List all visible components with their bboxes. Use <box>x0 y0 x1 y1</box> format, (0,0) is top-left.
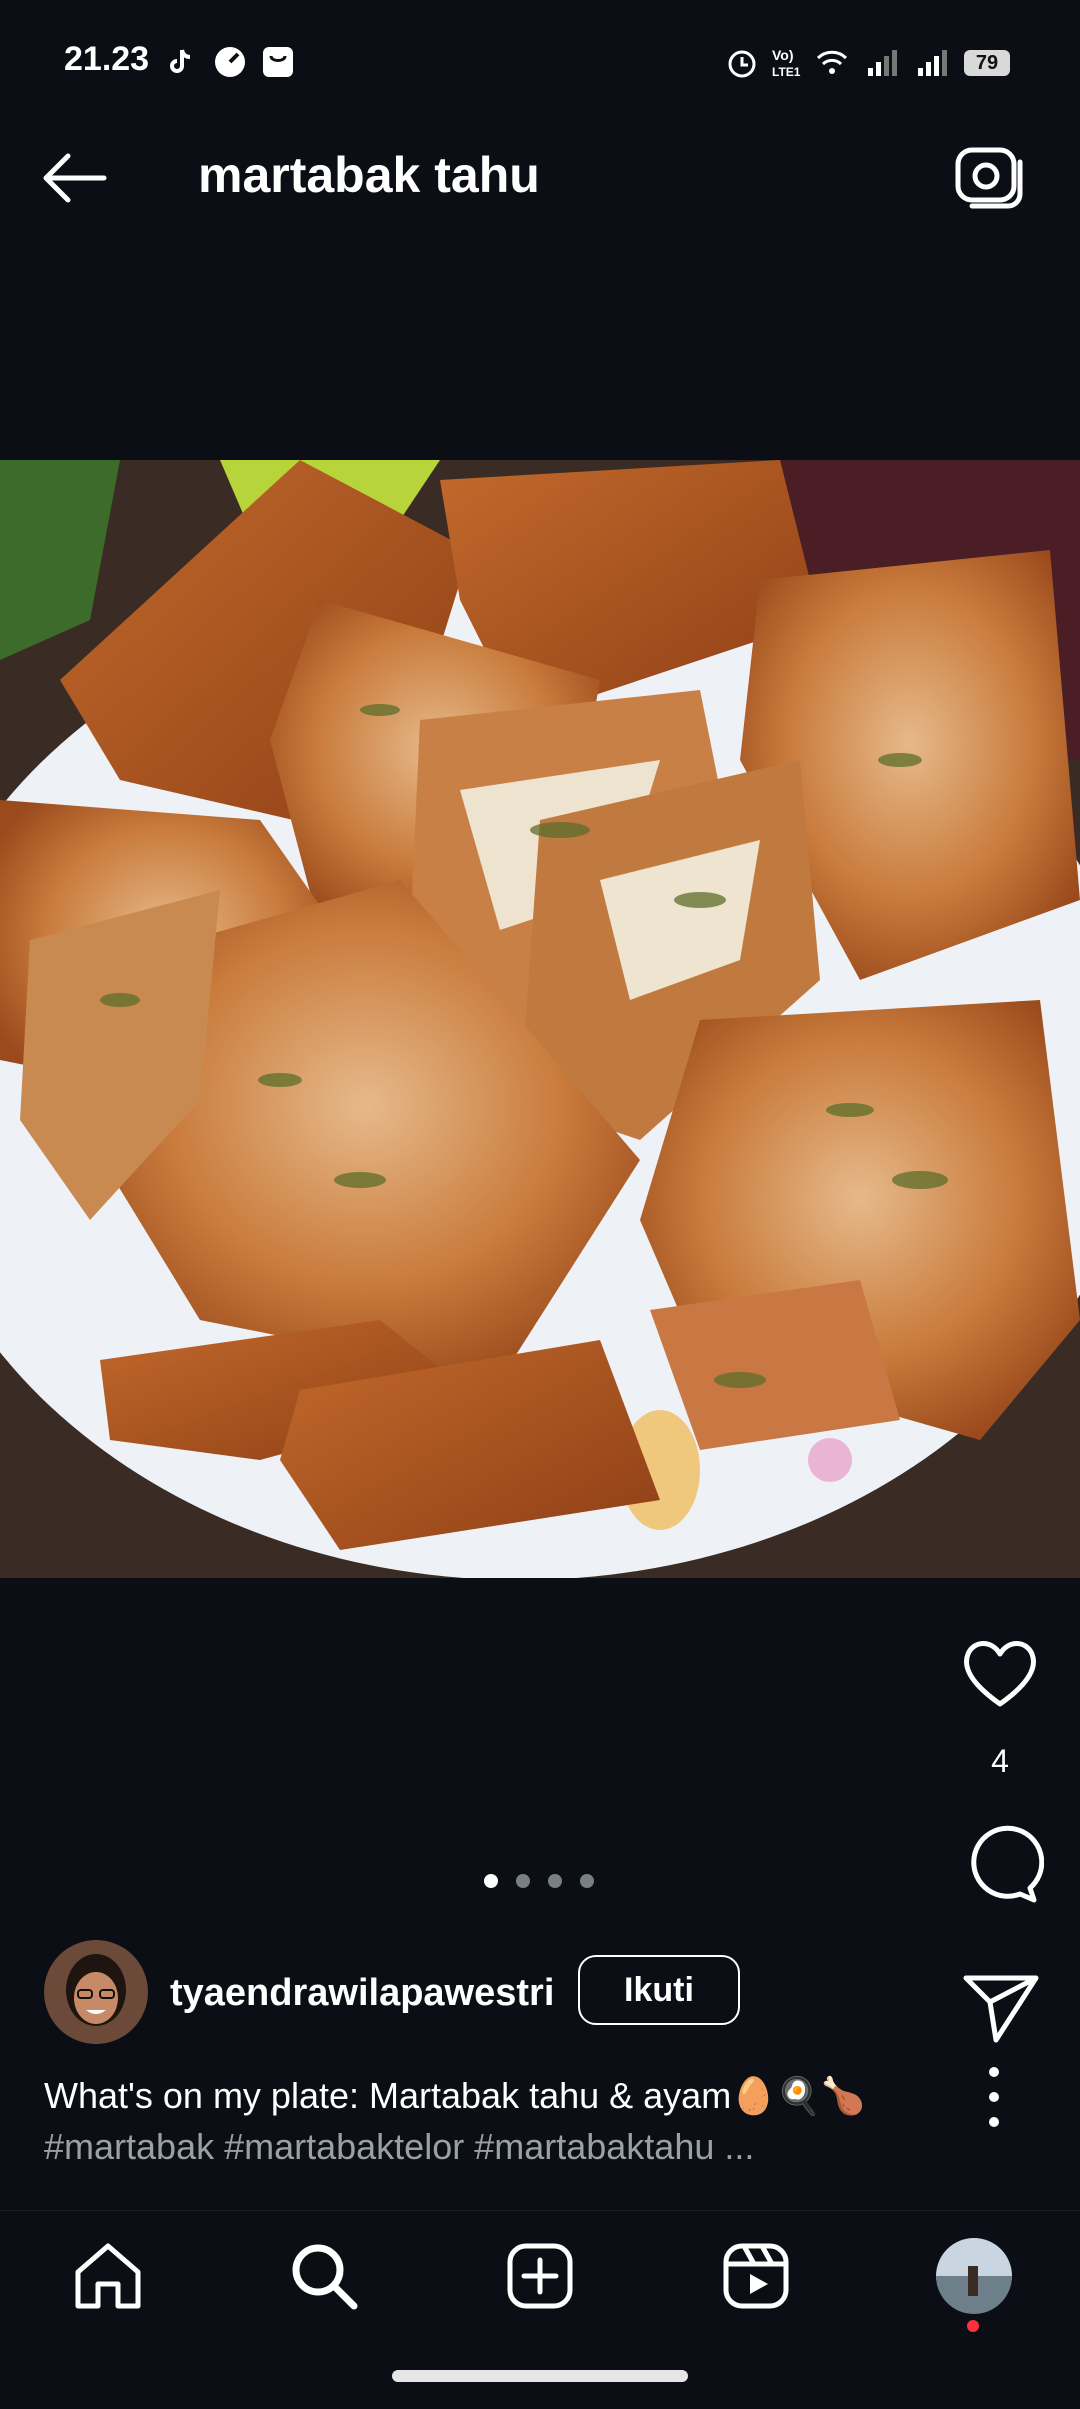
notification-dot <box>967 2320 979 2332</box>
reels-icon[interactable] <box>716 2236 796 2316</box>
camera-icon[interactable] <box>954 144 1026 210</box>
username[interactable]: tyaendrawilapawestri <box>170 1972 554 2015</box>
carousel-dot <box>580 1874 594 1888</box>
wifi-icon <box>816 50 848 74</box>
carousel-dot-active <box>484 1874 498 1888</box>
status-time: 21.23 <box>64 40 150 78</box>
search-icon[interactable] <box>284 2236 364 2316</box>
caption-hashtags[interactable]: #martabak #martabaktelor #martabaktahu .… <box>44 2126 754 2168</box>
caption-text[interactable]: What's on my plate: Martabak tahu & ayam… <box>44 2075 866 2117</box>
signal-icon <box>918 50 947 76</box>
avatar[interactable] <box>44 1940 148 2044</box>
more-icon[interactable] <box>980 2062 1008 2132</box>
page-title: martabak tahu <box>198 147 540 203</box>
header-bar <box>0 100 1080 250</box>
share-icon[interactable] <box>956 1962 1044 2050</box>
profile-avatar[interactable] <box>934 2236 1014 2316</box>
speed-icon <box>215 47 245 77</box>
follow-button[interactable]: Ikuti <box>578 1955 740 2025</box>
comment-icon[interactable] <box>956 1820 1044 1908</box>
alarm-icon <box>728 50 756 78</box>
carousel-dot <box>548 1874 562 1888</box>
bag-icon <box>263 47 293 77</box>
back-arrow-icon[interactable] <box>40 150 110 206</box>
heart-icon[interactable] <box>956 1630 1044 1718</box>
volte-icon: Vo) LTE1 <box>772 47 801 79</box>
signal-icon <box>868 50 897 76</box>
svg-text:LTE1: LTE1 <box>772 65 801 79</box>
add-icon[interactable] <box>500 2236 580 2316</box>
tiktok-icon <box>170 49 191 73</box>
post-image[interactable] <box>0 460 1080 1578</box>
home-icon[interactable] <box>68 2236 148 2316</box>
svg-text:Vo): Vo) <box>772 47 794 63</box>
home-indicator[interactable] <box>392 2370 688 2382</box>
carousel-dot <box>516 1874 530 1888</box>
battery-icon: 79 <box>964 50 1010 76</box>
like-count: 4 <box>991 1743 1009 1779</box>
